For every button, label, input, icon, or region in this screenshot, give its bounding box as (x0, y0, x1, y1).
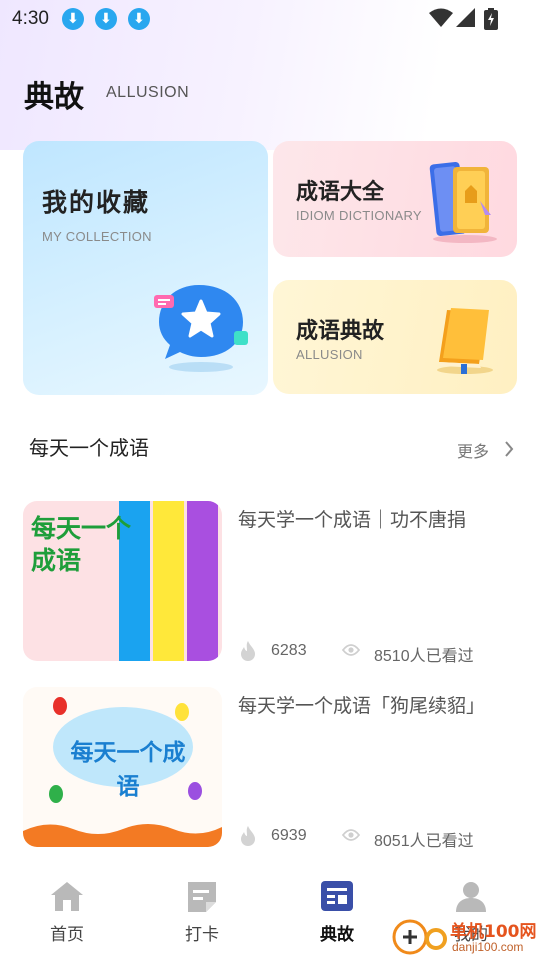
idiom-allusion-card[interactable]: 成语典故 ALLUSION (273, 280, 517, 394)
home-icon (51, 882, 83, 911)
signal-icon (456, 8, 475, 27)
likes-count: 6939 (271, 827, 307, 844)
site-watermark: 单机100网 danji100.com (392, 915, 540, 960)
page-title: 典故 (24, 80, 84, 115)
article-title: 每天学一个成语「狗尾续貂」 (238, 695, 486, 717)
article-title: 每天学一个成语｜功不唐捐 (238, 509, 467, 531)
thumbnail-text: 每天一个成语 (31, 514, 132, 575)
tab-home[interactable]: 首页 (17, 868, 117, 948)
download-notification-icon: ⬇ (62, 8, 84, 30)
section-title: 每天一个成语 (29, 436, 149, 460)
my-collection-card[interactable]: 我的收藏 MY COLLECTION (23, 141, 268, 395)
page-subtitle: ALLUSION (106, 84, 190, 101)
checkin-icon (188, 882, 216, 912)
wifi-icon (429, 8, 453, 27)
status-time: 4:30 (12, 8, 49, 29)
article-item[interactable]: 每天一个成语 每天学一个成语「狗尾续貂」 6939 8051人已看过 (0, 687, 540, 850)
card-subtitle: ALLUSION (296, 347, 363, 362)
status-bar: 4:30 ⬇ ⬇ ⬇ (0, 0, 540, 38)
books-icon (429, 162, 497, 243)
more-link[interactable]: 更多 (457, 438, 489, 462)
star-chat-bubble-icon (154, 285, 248, 372)
card-title: 成语大全 (296, 180, 385, 205)
eye-icon (342, 829, 360, 841)
article-item[interactable]: 每天一个成语 每天学一个成语｜功不唐捐 6283 8510人已看过 (0, 501, 540, 665)
article-thumbnail: 每天一个成语 (23, 687, 222, 847)
watermark-logo-icon (392, 919, 428, 955)
watermark-ring-icon (425, 928, 447, 950)
download-notification-icon: ⬇ (95, 8, 117, 30)
chevron-right-icon[interactable] (503, 440, 515, 458)
card-title: 我的收藏 (42, 188, 151, 217)
tab-allusion[interactable]: 典故 (287, 868, 387, 948)
card-title: 成语典故 (296, 319, 385, 344)
eye-icon (342, 644, 360, 656)
battery-icon (484, 8, 498, 30)
book-icon (437, 308, 493, 374)
views-count: 8051人已看过 (374, 833, 474, 850)
flame-icon (241, 826, 255, 846)
profile-icon (456, 882, 486, 912)
tab-checkin[interactable]: 打卡 (152, 868, 252, 948)
thumbnail-text: 每天一个成语 (70, 740, 186, 800)
article-thumbnail: 每天一个成语 (23, 501, 222, 661)
watermark-text: danji100.com (452, 940, 524, 954)
likes-count: 6283 (271, 642, 307, 659)
tab-label: 首页 (50, 925, 84, 945)
idiom-dictionary-card[interactable]: 成语大全 IDIOM DICTIONARY (273, 141, 517, 257)
card-subtitle: IDIOM DICTIONARY (296, 208, 422, 223)
views-count: 8510人已看过 (374, 648, 474, 665)
flame-icon (241, 641, 255, 661)
tab-label: 典故 (320, 925, 354, 945)
tab-label: 打卡 (185, 925, 219, 945)
allusion-icon (321, 881, 353, 911)
card-subtitle: MY COLLECTION (42, 229, 152, 244)
watermark-brand: 单机100网 (450, 922, 537, 942)
download-notification-icon: ⬇ (128, 8, 150, 30)
